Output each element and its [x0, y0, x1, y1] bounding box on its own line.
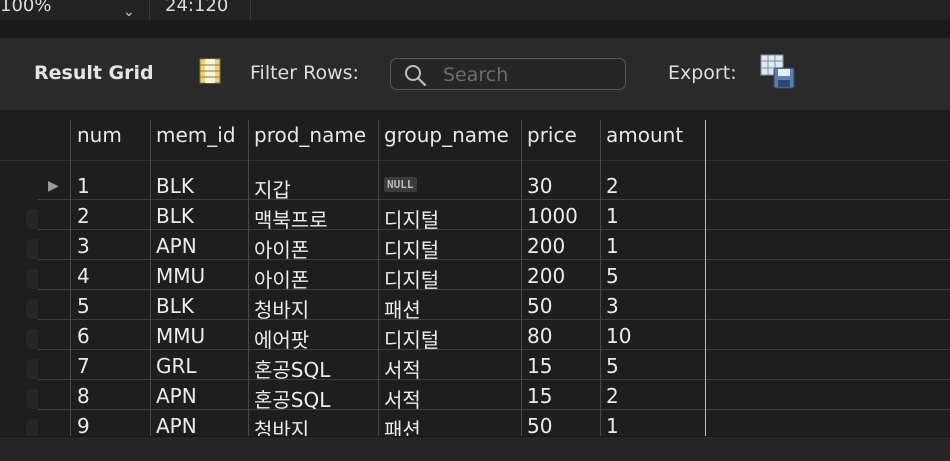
- table-row[interactable]: 8 APN 혼공SQL 서적 15 2: [0, 380, 950, 412]
- cell-amount[interactable]: 1: [606, 204, 619, 228]
- export-label: Export:: [668, 62, 737, 84]
- cell-num[interactable]: 8: [77, 384, 90, 408]
- cell-num[interactable]: 4: [77, 264, 90, 288]
- cell-amount[interactable]: 5: [606, 354, 619, 378]
- row-selector[interactable]: [26, 269, 38, 289]
- cell-price[interactable]: 50: [527, 414, 552, 438]
- table-row[interactable]: ▶ 1 BLK 지갑 NULL 30 2: [0, 170, 950, 202]
- cell-mem-id[interactable]: BLK: [156, 204, 194, 228]
- grid-header: num mem_id prod_name group_name price am…: [0, 110, 950, 161]
- separator: [149, 0, 150, 20]
- cursor-position: 24:120: [165, 0, 229, 16]
- filter-search-box[interactable]: [390, 58, 626, 90]
- cell-price[interactable]: 200: [527, 264, 565, 288]
- table-row[interactable]: 7 GRL 혼공SQL 서적 15 5: [0, 350, 950, 382]
- cell-price[interactable]: 15: [527, 384, 552, 408]
- cell-amount[interactable]: 3: [606, 294, 619, 318]
- cell-num[interactable]: 2: [77, 204, 90, 228]
- cell-num[interactable]: 1: [77, 174, 90, 198]
- search-input[interactable]: [441, 62, 620, 88]
- column-header-mem-id[interactable]: mem_id: [156, 123, 236, 147]
- cell-mem-id[interactable]: MMU: [156, 324, 205, 348]
- separator: [250, 0, 251, 20]
- table-row[interactable]: 2 BLK 맥북프로 디지털 1000 1: [0, 200, 950, 232]
- column-divider: [70, 120, 71, 436]
- row-selector[interactable]: [26, 209, 38, 229]
- cell-mem-id[interactable]: GRL: [156, 354, 197, 378]
- cell-mem-id[interactable]: APN: [156, 234, 197, 258]
- column-divider: [521, 120, 522, 436]
- column-divider: [248, 120, 249, 436]
- filter-rows-label: Filter Rows:: [250, 62, 359, 84]
- column-divider: [150, 120, 151, 436]
- cell-mem-id[interactable]: BLK: [156, 294, 194, 318]
- search-icon: [405, 65, 427, 87]
- result-grid-label: Result Grid: [34, 62, 154, 84]
- cell-mem-id[interactable]: MMU: [156, 264, 205, 288]
- spacer-band: [0, 20, 950, 38]
- row-selector[interactable]: [26, 389, 38, 409]
- cell-amount[interactable]: 5: [606, 264, 619, 288]
- cell-amount[interactable]: 2: [606, 384, 619, 408]
- cell-amount[interactable]: 2: [606, 174, 619, 198]
- cell-amount[interactable]: 10: [606, 324, 631, 348]
- table-row[interactable]: 6 MMU 에어팟 디지털 80 10: [0, 320, 950, 352]
- result-grid-icon[interactable]: [199, 58, 221, 84]
- cell-price[interactable]: 30: [527, 174, 552, 198]
- column-header-prod-name[interactable]: prod_name: [254, 123, 366, 147]
- row-selector[interactable]: [26, 299, 38, 319]
- cell-price[interactable]: 50: [527, 294, 552, 318]
- table-row[interactable]: 3 APN 아이폰 디지털 200 1: [0, 230, 950, 262]
- column-divider: [600, 120, 601, 436]
- result-toolbar: Result Grid Filter Rows: Export:: [0, 38, 950, 111]
- top-status-bar: 100% ⌃ ⌄ 24:120: [0, 0, 950, 21]
- bottom-bar: [0, 436, 950, 461]
- zoom-stepper-icon[interactable]: ⌃ ⌄: [123, 0, 135, 19]
- cell-mem-id[interactable]: APN: [156, 384, 197, 408]
- cell-price[interactable]: 80: [527, 324, 552, 348]
- column-header-amount[interactable]: amount: [606, 123, 683, 147]
- row-selector[interactable]: [26, 359, 38, 379]
- cell-price[interactable]: 1000: [527, 204, 578, 228]
- cell-amount[interactable]: 1: [606, 414, 619, 438]
- column-header-num[interactable]: num: [77, 123, 122, 147]
- column-divider: [378, 120, 379, 436]
- cell-mem-id[interactable]: APN: [156, 414, 197, 438]
- cell-num[interactable]: 5: [77, 294, 90, 318]
- row-selector[interactable]: [26, 329, 38, 349]
- row-selector[interactable]: [26, 239, 38, 259]
- column-header-price[interactable]: price: [527, 123, 577, 147]
- table-row[interactable]: 4 MMU 아이폰 디지털 200 5: [0, 260, 950, 292]
- cell-num[interactable]: 7: [77, 354, 90, 378]
- cell-num[interactable]: 9: [77, 414, 90, 438]
- cell-num[interactable]: 3: [77, 234, 90, 258]
- current-row-arrow-icon: ▶: [48, 178, 59, 194]
- export-icon[interactable]: [760, 54, 796, 90]
- zoom-level[interactable]: 100%: [0, 0, 51, 16]
- null-badge[interactable]: NULL: [384, 177, 417, 192]
- cell-num[interactable]: 6: [77, 324, 90, 348]
- cell-price[interactable]: 200: [527, 234, 565, 258]
- cell-mem-id[interactable]: BLK: [156, 174, 194, 198]
- table-row[interactable]: 5 BLK 청바지 패션 50 3: [0, 290, 950, 322]
- cell-price[interactable]: 15: [527, 354, 552, 378]
- cell-amount[interactable]: 1: [606, 234, 619, 258]
- result-grid: num mem_id prod_name group_name price am…: [0, 110, 950, 460]
- column-divider: [705, 120, 706, 436]
- column-header-group-name[interactable]: group_name: [384, 123, 509, 147]
